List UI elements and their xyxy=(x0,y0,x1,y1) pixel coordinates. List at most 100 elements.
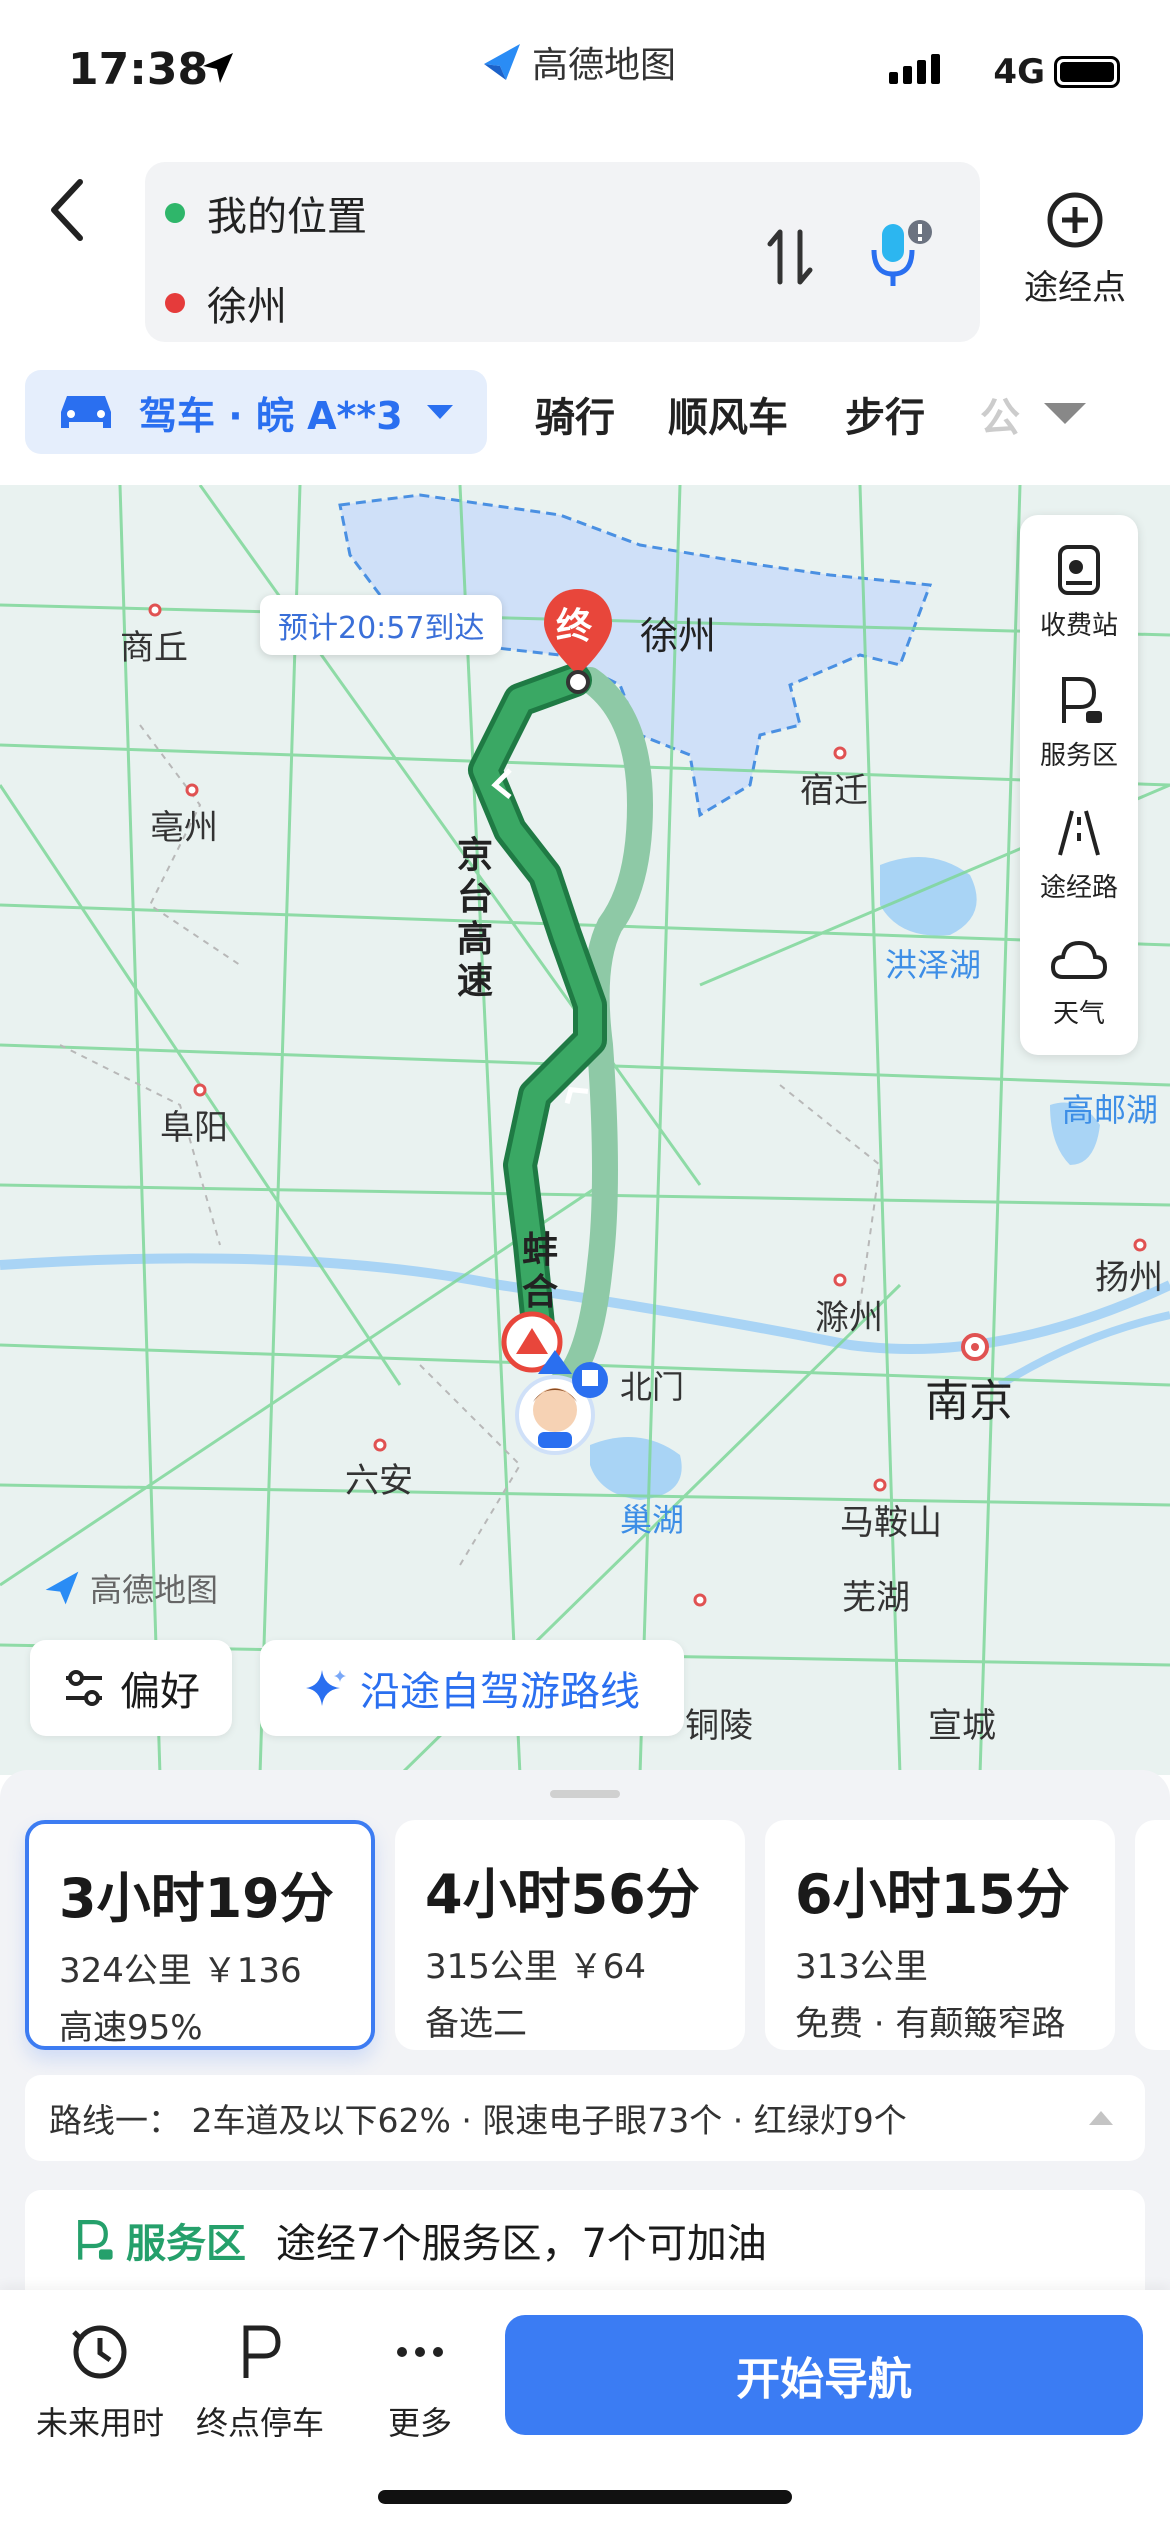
service-area-bar[interactable]: 服务区 途经7个服务区，7个可加油 xyxy=(25,2190,1145,2290)
tab-drive[interactable]: 驾车 · 皖 A**3 xyxy=(25,370,487,454)
chevron-down-icon[interactable] xyxy=(1042,400,1088,426)
parking-service-icon xyxy=(78,2219,113,2260)
future-time-button[interactable]: 未来用时 xyxy=(15,2320,185,2444)
weather-label: 天气 xyxy=(1052,999,1105,1029)
metro-icon xyxy=(572,1362,608,1398)
road-name-char: 合 xyxy=(521,1272,558,1313)
chevron-down-icon xyxy=(426,405,453,419)
app-title: 高德地图 xyxy=(480,36,676,88)
plus-circle-icon xyxy=(1047,192,1103,248)
destination-field[interactable]: 徐州 xyxy=(165,274,287,332)
sparkle-icon xyxy=(306,1670,346,1706)
more-button[interactable]: 更多 xyxy=(335,2320,505,2444)
start-navigation-button[interactable]: 开始导航 xyxy=(505,2315,1143,2435)
via-road-label: 途经路 xyxy=(1039,873,1118,903)
swap-icon[interactable] xyxy=(760,222,820,292)
amap-logo-icon xyxy=(45,1571,79,1605)
self-drive-tour-button[interactable]: 沿途自驾游路线 xyxy=(260,1640,684,1736)
sheet-grabber[interactable] xyxy=(550,1790,620,1798)
sliders-icon xyxy=(66,1670,102,1706)
origin-field[interactable]: 我的位置 xyxy=(165,184,367,242)
origin-text: 我的位置 xyxy=(207,194,367,240)
tab-rideshare[interactable]: 顺风车 xyxy=(668,385,788,443)
future-time-label: 未来用时 xyxy=(35,2404,164,2442)
city-label: 芜湖 xyxy=(842,1578,910,1618)
destination-parking-button[interactable]: 终点停车 xyxy=(175,2320,345,2444)
status-bar: 17:38 高德地图 4G xyxy=(0,0,1170,140)
destination-pin-label: 终 xyxy=(556,606,593,647)
service-tag: 服务区 xyxy=(70,2211,246,2269)
map-watermark: 高德地图 xyxy=(42,1565,218,1611)
service-area-button[interactable]: 服务区 xyxy=(1020,673,1138,772)
car-icon xyxy=(61,396,111,428)
parking-service-icon xyxy=(1062,677,1102,723)
city-label: 铜陵 xyxy=(685,1706,753,1746)
service-text: 途经7个服务区，7个可加油 xyxy=(276,2221,767,2267)
add-waypoint-button[interactable]: 途经点 xyxy=(1010,190,1140,309)
route-option-1[interactable]: 3小时19分 324公里 ￥136 高速95% xyxy=(25,1820,375,2050)
city-label: 洪泽湖 xyxy=(885,946,982,984)
road-icon xyxy=(1058,810,1100,856)
city-label: 阜阳 xyxy=(160,1108,228,1148)
route-tag: 备选二 xyxy=(425,2004,527,2044)
chevron-up-icon xyxy=(1089,2111,1113,2125)
city-label: 巢湖 xyxy=(620,1501,685,1539)
toll-station-icon xyxy=(1058,545,1100,595)
self-drive-tour-label: 沿途自驾游路线 xyxy=(360,1669,640,1715)
city-label: 南京 xyxy=(925,1376,1013,1427)
home-indicator[interactable] xyxy=(378,2490,792,2504)
route-meta: 324公里 ￥136 xyxy=(59,1951,302,1991)
route-option-3[interactable]: 6小时15分 313公里 免费 · 有颠簸窄路 xyxy=(765,1820,1115,2050)
city-label: 亳州 xyxy=(150,808,218,848)
route-tag: 高速95% xyxy=(59,2008,203,2048)
tab-transit[interactable]: 公 xyxy=(980,385,1020,443)
road-name-char: 高 xyxy=(456,919,493,960)
road-name-char: 台 xyxy=(456,877,493,918)
city-label: 马鞍山 xyxy=(840,1503,942,1543)
route-duration: 3小时19分 xyxy=(59,1867,334,1930)
more-label: 更多 xyxy=(387,2404,452,2442)
preference-button[interactable]: 偏好 xyxy=(30,1640,232,1736)
destination-dot-icon xyxy=(165,293,185,313)
cloud-icon xyxy=(1050,940,1108,979)
road-name: 京 台 高 速 xyxy=(455,835,495,1003)
via-road-button[interactable]: 途经路 xyxy=(1020,805,1138,904)
route-meta: 315公里 ￥64 xyxy=(425,1947,646,1987)
city-label: 商丘 xyxy=(120,628,188,668)
route-info-bar[interactable]: 路线一： 2车道及以下62% · 限速电子眼73个 · 红绿灯9个 xyxy=(25,2075,1145,2161)
voice-input-icon[interactable] xyxy=(860,214,940,294)
city-label: 北门 xyxy=(620,1368,685,1406)
watermark-text: 高德地图 xyxy=(90,1571,219,1609)
toll-station-label: 收费站 xyxy=(1039,611,1118,641)
map-tools-panel: 收费站 服务区 途经路 天气 xyxy=(1020,515,1138,1055)
route-duration: 6小时15分 xyxy=(795,1863,1070,1926)
back-button[interactable] xyxy=(40,170,100,250)
tab-bike[interactable]: 骑行 xyxy=(535,385,615,443)
location-arrow-icon xyxy=(203,53,233,83)
amap-logo-icon xyxy=(484,44,520,80)
parking-icon xyxy=(243,2325,281,2378)
battery-icon xyxy=(1054,56,1120,88)
waypoint-label: 途经点 xyxy=(1024,268,1126,308)
toll-station-button[interactable]: 收费站 xyxy=(1020,543,1138,642)
eta-bubble: 预计20:57到达 xyxy=(260,595,503,655)
origin-dot-icon xyxy=(165,203,185,223)
weather-button[interactable]: 天气 xyxy=(1020,935,1138,1030)
city-label: 宣城 xyxy=(928,1706,996,1746)
route-option-4-peek[interactable] xyxy=(1135,1820,1170,2050)
status-time: 17:38 xyxy=(68,44,209,95)
more-dots-icon xyxy=(397,2347,443,2357)
route-tag: 免费 · 有颠簸窄路 xyxy=(795,2004,1066,2044)
city-label: 高邮湖 xyxy=(1062,1091,1159,1129)
city-label: 宿迁 xyxy=(800,771,868,811)
drive-label: 驾车 · 皖 A**3 xyxy=(139,393,403,438)
route-info-text: 路线一： 2车道及以下62% · 限速电子眼73个 · 红绿灯9个 xyxy=(49,2101,907,2140)
destination-text: 徐州 xyxy=(207,284,287,330)
route-option-2[interactable]: 4小时56分 315公里 ￥64 备选二 xyxy=(395,1820,745,2050)
route-meta: 313公里 xyxy=(795,1947,928,1987)
tab-walk[interactable]: 步行 xyxy=(845,385,925,443)
city-label: 徐州 xyxy=(640,614,717,658)
city-label: 滁州 xyxy=(815,1298,883,1338)
road-name-char: 蚌 xyxy=(521,1230,558,1271)
map-view[interactable]: 预计20:57到达 终 京 台 高 速 蚌 合 商丘 徐州 亳州 宿迁 洪泽湖 … xyxy=(0,485,1170,1775)
